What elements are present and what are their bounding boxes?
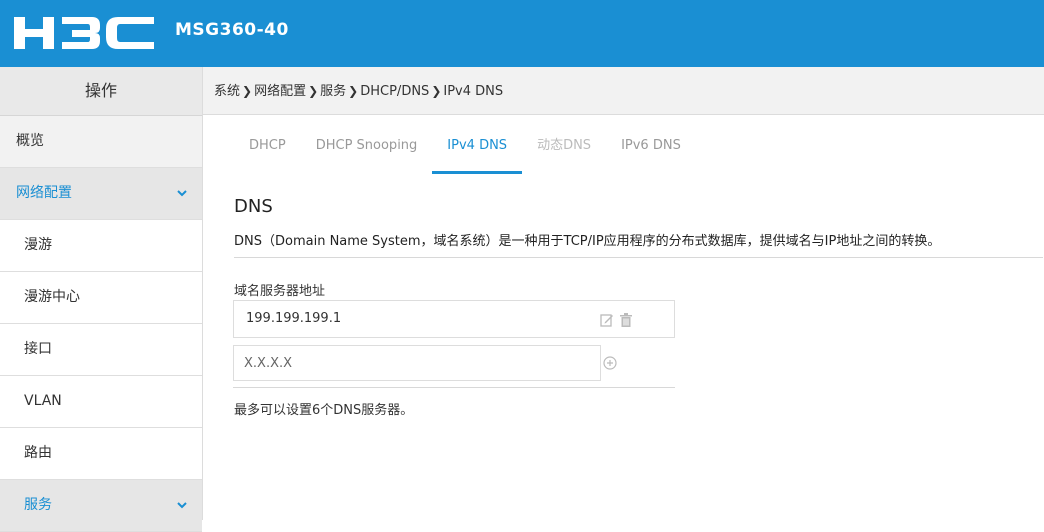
sidebar-item-roaming[interactable]: 漫游 [0,220,202,272]
sidebar-item-overview[interactable]: 概览 [0,116,202,168]
sidebar-item-services[interactable]: 服务 [0,480,202,532]
trash-icon[interactable] [620,313,632,327]
breadcrumb-item[interactable]: DHCP/DNS [360,84,429,99]
tab-dhcp[interactable]: DHCP [234,126,301,172]
tab-ipv6-dns[interactable]: IPv6 DNS [606,126,696,172]
sidebar-item-interface[interactable]: 接口 [0,324,202,376]
breadcrumb: 系统 ❯ 网络配置 ❯ 服务 ❯ DHCP/DNS ❯ IPv4 DNS [203,67,1044,115]
sidebar-item-label: 接口 [24,341,52,357]
sidebar: 操作 概览 网络配置 漫游 漫游中心 接口 VLAN 路由 服务 [0,67,203,532]
sidebar-item-label: 服务 [24,497,52,513]
dns-server-input[interactable] [234,346,600,380]
top-header: MSG360-40 [0,0,1044,67]
sidebar-item-label: 路由 [24,445,52,461]
sidebar-item-label: 概览 [16,133,44,149]
device-model: MSG360-40 [175,20,289,40]
sidebar-item-network-config[interactable]: 网络配置 [0,168,202,220]
breadcrumb-item[interactable]: 系统 [214,84,240,99]
breadcrumb-item-current: IPv4 DNS [443,84,504,99]
section-description: DNS（Domain Name System，域名系统）是一种用于TCP/IP应… [234,234,941,249]
breadcrumb-item[interactable]: 网络配置 [254,84,306,99]
sidebar-item-label: 网络配置 [16,185,72,201]
dns-limit-hint: 最多可以设置6个DNS服务器。 [234,403,414,418]
breadcrumb-separator-icon: ❯ [431,84,442,98]
chevron-down-icon [177,502,187,509]
breadcrumb-separator-icon: ❯ [242,84,253,98]
dns-server-label: 域名服务器地址 [234,284,326,299]
sidebar-item-label: VLAN [24,393,62,409]
dns-server-address: 199.199.199.1 [246,311,342,326]
breadcrumb-separator-icon: ❯ [308,84,319,98]
chevron-down-icon [177,190,187,197]
dns-server-entry: 199.199.199.1 [233,300,675,338]
divider [234,257,1043,258]
sidebar-item-roaming-center[interactable]: 漫游中心 [0,272,202,324]
sidebar-title: 操作 [0,67,202,116]
dns-server-input-wrapper [233,345,601,381]
plus-circle-icon[interactable] [603,356,617,370]
tab-ipv4-dns[interactable]: IPv4 DNS [432,126,523,174]
breadcrumb-item[interactable]: 服务 [320,84,346,99]
sidebar-item-label: 漫游中心 [24,289,80,305]
sidebar-item-label: 漫游 [24,237,52,253]
h3c-logo [14,14,156,56]
tab-dynamic-dns[interactable]: 动态DNS [522,126,606,172]
sidebar-item-vlan[interactable]: VLAN [0,376,202,428]
tab-dhcp-snooping[interactable]: DHCP Snooping [301,126,433,172]
divider [233,387,675,388]
edit-icon[interactable] [600,313,614,327]
tab-bar: DHCP DHCP Snooping IPv4 DNS 动态DNS IPv6 DNS [234,126,696,174]
breadcrumb-separator-icon: ❯ [348,84,359,98]
sidebar-item-routing[interactable]: 路由 [0,428,202,480]
section-title: DNS [234,196,273,217]
main-content: DHCP DHCP Snooping IPv4 DNS 动态DNS IPv6 DNS D… [203,116,1044,520]
